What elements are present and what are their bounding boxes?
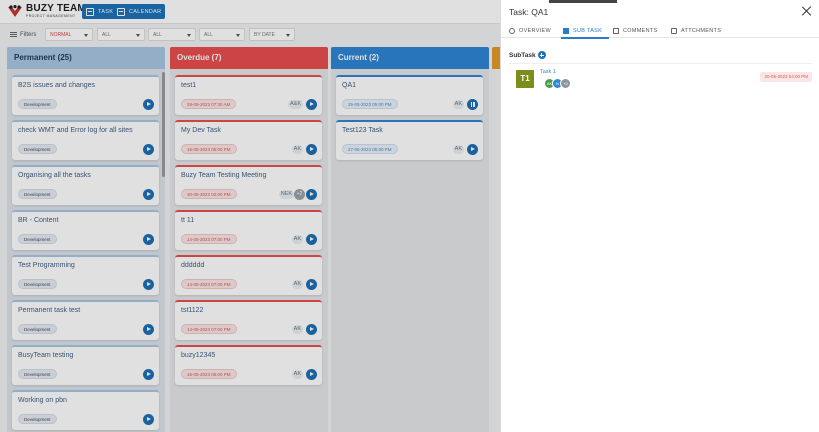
add-subtask-button[interactable] bbox=[537, 51, 546, 59]
panel-title: Task: QA1 bbox=[509, 7, 548, 17]
tab-comments[interactable]: COMMENTS bbox=[613, 26, 657, 36]
more-avatars-badge: +2 bbox=[560, 78, 571, 89]
tab-attachments[interactable]: ATTCHMENTS bbox=[671, 26, 721, 36]
modal-backdrop[interactable] bbox=[0, 0, 500, 432]
tab-overview[interactable]: OVERVIEW bbox=[509, 26, 551, 36]
window-notch bbox=[549, 0, 617, 3]
tab-subtask[interactable]: SUB TASK bbox=[563, 26, 602, 36]
active-tab-indicator bbox=[561, 37, 609, 39]
warning-icon bbox=[563, 28, 569, 34]
document-icon bbox=[671, 28, 677, 34]
subtask-name[interactable]: Task 1 bbox=[540, 69, 556, 75]
subtask-badge: T1 bbox=[516, 70, 534, 88]
comment-icon bbox=[613, 28, 619, 34]
info-icon bbox=[509, 28, 515, 34]
panel-task-name: QA1 bbox=[531, 7, 549, 17]
close-icon[interactable] bbox=[801, 5, 813, 17]
panel-tabs: OVERVIEW SUB TASK COMMENTS ATTCHMENTS bbox=[501, 23, 819, 39]
subtask-row[interactable]: T1 Task 1 AK N +2 20-05-2023 04:00 PM bbox=[509, 66, 812, 98]
subtask-heading: SubTask bbox=[509, 51, 546, 59]
subtask-due-date: 20-05-2023 04:00 PM bbox=[760, 72, 812, 82]
divider bbox=[509, 63, 812, 64]
panel-title-prefix: Task: bbox=[509, 7, 529, 17]
task-detail-panel: Task: QA1 OVERVIEW SUB TASK COMMENTS ATT… bbox=[500, 0, 819, 432]
